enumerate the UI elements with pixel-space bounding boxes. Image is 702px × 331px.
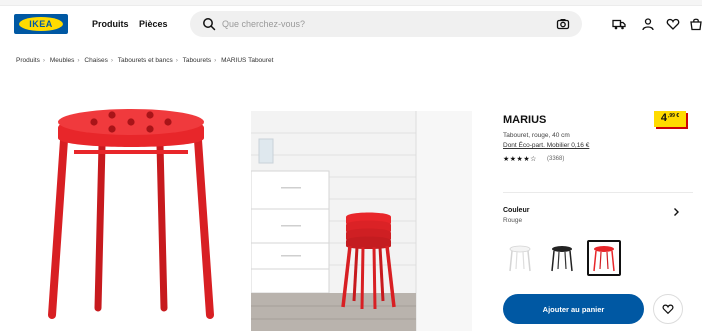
wishlist-button[interactable] bbox=[653, 294, 683, 324]
swatch-red-selected[interactable] bbox=[587, 240, 621, 276]
breadcrumb-sep: › bbox=[110, 57, 114, 64]
breadcrumb-item[interactable]: Meubles bbox=[50, 57, 75, 64]
white-stool-thumb bbox=[509, 245, 531, 272]
breadcrumb-sep: › bbox=[77, 57, 80, 64]
product-name: MARIUS bbox=[503, 114, 547, 126]
swatch-white[interactable] bbox=[503, 240, 537, 276]
heart-icon bbox=[662, 304, 674, 315]
user-icon[interactable] bbox=[641, 17, 655, 31]
breadcrumb-item[interactable]: Tabourets bbox=[183, 57, 212, 64]
breadcrumb-item[interactable]: Chaises bbox=[84, 57, 107, 64]
breadcrumb-item[interactable]: Tabourets et bancs bbox=[118, 57, 173, 64]
heart-icon[interactable] bbox=[666, 17, 680, 31]
breadcrumb-item-current: MARIUS Tabouret bbox=[221, 57, 274, 64]
price-decimal: ,99 € bbox=[668, 113, 680, 119]
product-main-image[interactable] bbox=[36, 100, 226, 331]
swatch-black[interactable] bbox=[545, 240, 579, 276]
search-input[interactable] bbox=[222, 16, 522, 32]
price-badge: 4,99 € bbox=[654, 111, 686, 127]
search-bar[interactable] bbox=[190, 11, 582, 37]
black-stool-thumb bbox=[551, 246, 573, 272]
search-icon[interactable] bbox=[202, 17, 216, 31]
bag-icon[interactable] bbox=[689, 17, 702, 31]
truck-icon[interactable] bbox=[612, 17, 626, 31]
add-to-cart-button[interactable]: Ajouter au panier bbox=[503, 294, 644, 324]
nav-pieces[interactable]: Pièces bbox=[139, 19, 168, 29]
rating-stars[interactable]: ★★★★☆ bbox=[503, 155, 537, 163]
breadcrumb-item[interactable]: Produits bbox=[16, 57, 40, 64]
color-selector[interactable]: Couleur Rouge bbox=[503, 192, 693, 228]
camera-icon[interactable] bbox=[556, 17, 570, 31]
red-stool-illustration bbox=[48, 109, 214, 319]
rating-count[interactable]: (3368) bbox=[547, 156, 564, 162]
red-stool-thumb bbox=[593, 246, 615, 272]
breadcrumb-sep: › bbox=[175, 57, 178, 64]
nav-produits[interactable]: Produits bbox=[92, 19, 129, 29]
breadcrumb: Produits › Meubles › Chaises › Tabourets et… bbox=[16, 57, 273, 64]
product-room-image[interactable] bbox=[251, 111, 472, 331]
product-info-panel: MARIUS 4,99 € Tabouret, rouge, 40 cm Don… bbox=[503, 110, 693, 331]
color-value: Rouge bbox=[503, 217, 523, 224]
header: IKEA Produits Pièces bbox=[0, 8, 702, 40]
top-strip bbox=[0, 0, 702, 6]
price-integer: 4 bbox=[660, 112, 667, 124]
logo-text: IKEA bbox=[29, 19, 53, 29]
logo-oval: IKEA bbox=[19, 17, 63, 31]
color-label: Couleur bbox=[503, 207, 530, 214]
eco-part-link[interactable]: Dont Éco-part. Mobilier 0,16 € bbox=[503, 142, 589, 149]
chevron-right-icon[interactable] bbox=[671, 207, 681, 217]
breadcrumb-sep: › bbox=[214, 57, 217, 64]
ikea-logo[interactable]: IKEA bbox=[14, 14, 68, 34]
breadcrumb-sep: › bbox=[42, 57, 46, 64]
add-to-cart-label: Ajouter au panier bbox=[542, 304, 605, 314]
product-description: Tabouret, rouge, 40 cm bbox=[503, 132, 570, 139]
